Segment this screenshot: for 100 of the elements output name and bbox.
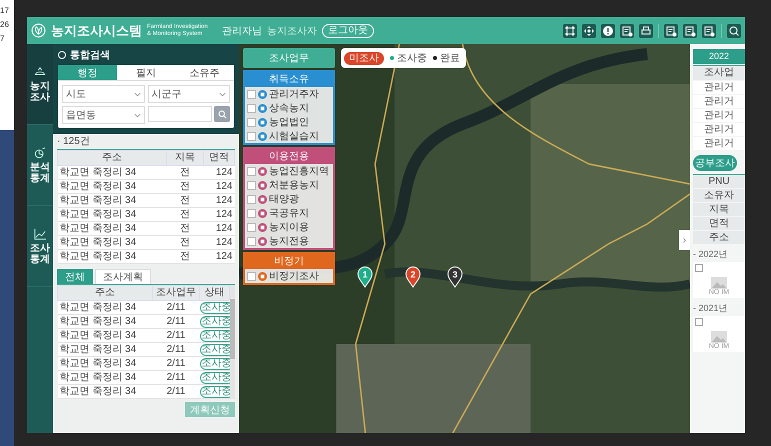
table-cell: 관리거: [693, 123, 745, 136]
frame-tool-icon[interactable]: [563, 24, 577, 38]
table-cell: 관리거: [693, 137, 745, 150]
image-placeholder-icon: [711, 277, 727, 289]
map-pin[interactable]: 3: [447, 266, 463, 288]
table-cell: 학교면 죽정리 34: [58, 370, 152, 384]
layer-icon: [258, 194, 267, 204]
table-cell: 2/11: [152, 356, 200, 370]
user-name: 관리자님: [222, 24, 262, 38]
table-cell: 학교면 죽정리 34: [58, 314, 152, 328]
field-label: 주소: [693, 231, 745, 244]
app-title: 농지조사시스템: [51, 22, 142, 40]
checkbox[interactable]: [247, 132, 256, 140]
search-icon: [218, 110, 226, 118]
table-cell: 2/11: [152, 384, 200, 398]
table-cell: 학교면 죽정리 34: [58, 208, 166, 222]
doc-tool-icon[interactable]: [683, 24, 697, 38]
table-cell: 학교면 죽정리 34: [58, 328, 152, 342]
search-tab[interactable]: 소유주: [175, 65, 234, 81]
table-cell: 124: [204, 208, 234, 222]
table-cell: 2/11: [152, 314, 200, 328]
table-cell: 2/11: [152, 370, 200, 384]
table-cell: 학교면 죽정리 34: [58, 342, 152, 356]
checkbox[interactable]: [247, 208, 256, 218]
radio-icon: [58, 51, 66, 59]
column-header: 조사업무: [152, 286, 200, 300]
doc-tool-icon[interactable]: [664, 24, 678, 38]
zoom-tool-icon[interactable]: [727, 24, 741, 38]
checkbox[interactable]: [247, 104, 256, 112]
sidebar-item[interactable]: 농지 조사: [27, 44, 53, 125]
column-header: 상태: [200, 286, 230, 300]
column-header: 조사업: [693, 65, 745, 80]
alert-tool-icon[interactable]: [601, 24, 615, 38]
layer-icon: [258, 222, 267, 232]
chevron-down-icon: [219, 92, 226, 96]
status-filter[interactable]: 완료: [433, 51, 460, 65]
table-cell: 학교면 죽정리 34: [58, 250, 166, 264]
background-text: 17: [0, 6, 10, 16]
image-placeholder-icon: [711, 331, 727, 343]
section-title: - 2022년: [693, 248, 729, 261]
status-filter[interactable]: 미조사: [344, 52, 384, 64]
layer-icon: [258, 166, 267, 176]
table-cell: 관리거: [693, 95, 745, 108]
table-cell: 124: [204, 194, 234, 208]
table-cell: 학교면 죽정리 34: [58, 194, 166, 208]
table-cell: 124: [204, 250, 234, 264]
pie-chart-icon: [33, 146, 47, 158]
table-cell: 관리거: [693, 109, 745, 122]
table-cell: 124: [204, 180, 234, 194]
doc-tool-icon[interactable]: [702, 24, 716, 38]
checkbox[interactable]: [247, 222, 256, 232]
checkbox[interactable]: [247, 180, 256, 190]
checkbox[interactable]: [247, 194, 256, 204]
status-filter[interactable]: 조사중: [390, 51, 427, 65]
section-title: - 2021년: [693, 302, 729, 315]
chevron-down-icon: [134, 112, 140, 118]
layer-icon: [258, 90, 267, 98]
field-label: 지목: [693, 203, 745, 216]
map-pin[interactable]: 2: [405, 266, 421, 288]
layer-icon: [258, 272, 267, 280]
search-button[interactable]: [214, 106, 230, 122]
table-cell: 학교면 죽정리 34: [58, 356, 152, 370]
background-text: 26: [0, 20, 10, 30]
field-label: 소유자: [693, 189, 745, 202]
table-cell: 학교면 죽정리 34: [58, 180, 166, 194]
table-cell: 전: [166, 166, 204, 180]
checkbox[interactable]: [247, 90, 256, 98]
collapse-button[interactable]: ›: [679, 230, 690, 250]
print-tool-icon[interactable]: [639, 24, 653, 38]
region-select[interactable]: 읍면동: [62, 106, 144, 124]
doc-tool-icon[interactable]: [620, 24, 634, 38]
scrollbar[interactable]: [230, 285, 235, 399]
table-cell: 전: [166, 250, 204, 264]
checkbox[interactable]: [247, 118, 256, 126]
table-cell: 학교면 죽정리 34: [58, 236, 166, 250]
region-select[interactable]: 시군구: [148, 85, 230, 103]
leaf-logo-icon: [31, 23, 46, 38]
region-select[interactable]: 시도: [62, 85, 144, 103]
search-input[interactable]: [148, 106, 212, 122]
table-cell: 학교면 죽정리 34: [58, 166, 166, 180]
line-chart-icon: [33, 228, 47, 240]
move-tool-icon[interactable]: [582, 24, 596, 38]
user-role: 농지조사자: [267, 24, 317, 38]
layer-group-header: 이용전용: [245, 149, 333, 164]
checkbox[interactable]: [695, 264, 703, 272]
plan-tab[interactable]: 조사계획: [95, 269, 151, 284]
layer-icon: [258, 180, 267, 190]
table-cell: 전: [166, 222, 204, 236]
checkbox[interactable]: [247, 236, 256, 246]
column-header: 지목: [166, 150, 204, 166]
checkbox[interactable]: [247, 166, 256, 176]
table-cell: 학교면 죽정리 34: [58, 222, 166, 236]
table-cell: 전: [166, 180, 204, 194]
layer-icon: [258, 236, 267, 246]
layer-icon: [258, 118, 267, 126]
checkbox[interactable]: [247, 272, 256, 280]
checkbox[interactable]: [695, 318, 703, 326]
column-header: 면적: [204, 150, 234, 166]
field-label: 면적: [693, 217, 745, 230]
table-cell: 2/11: [152, 300, 200, 314]
